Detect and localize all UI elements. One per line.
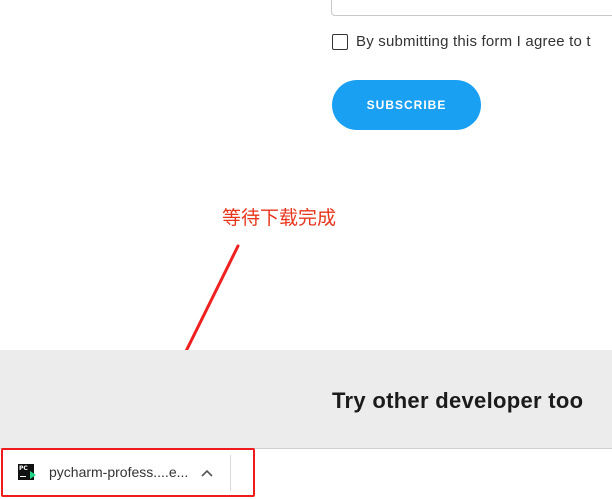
- annotation-highlight-box: [1, 448, 255, 497]
- section-heading: Try other developer too: [332, 388, 584, 413]
